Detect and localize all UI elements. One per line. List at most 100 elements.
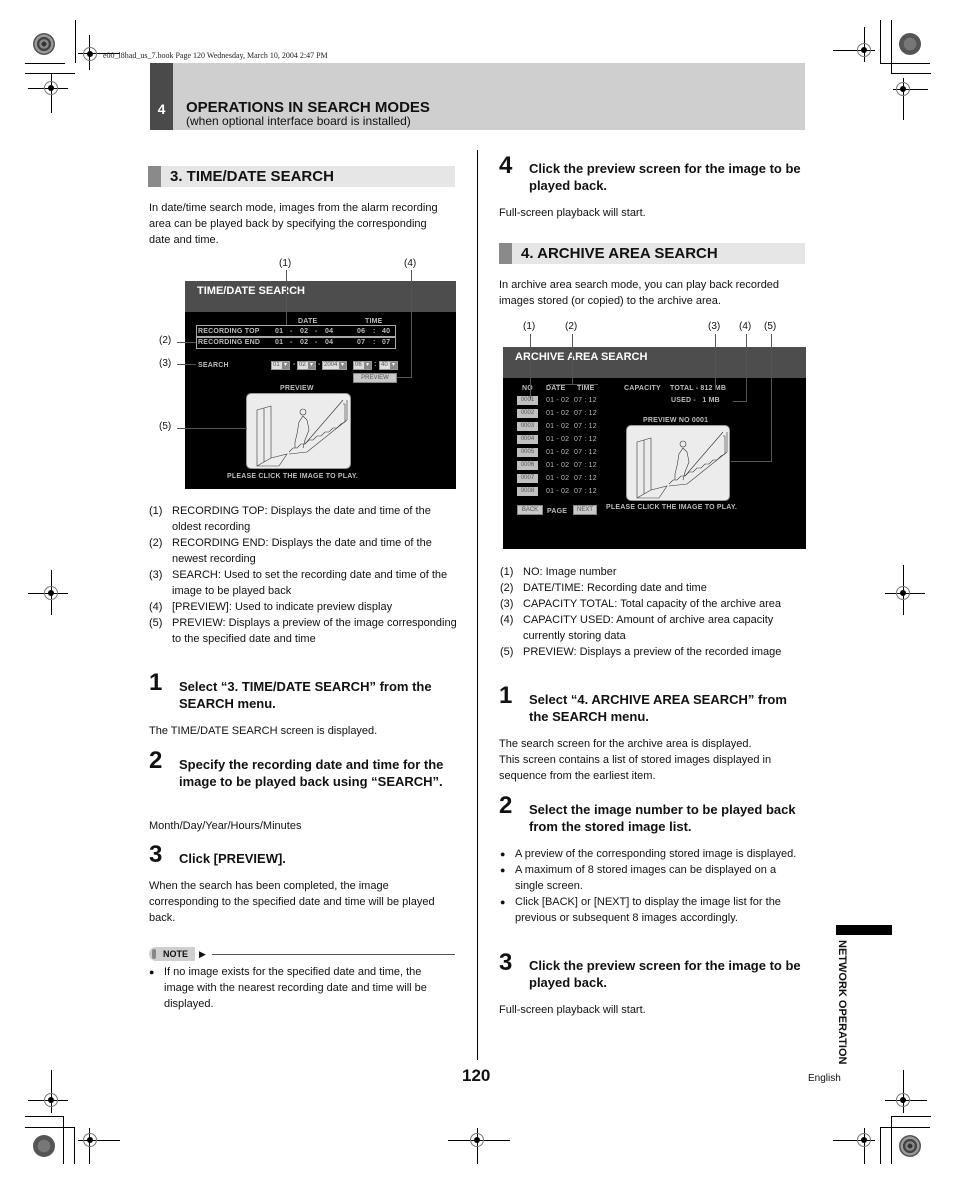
legend-number: (3) — [149, 569, 163, 581]
crop-mark — [25, 1116, 63, 1117]
time-date-legend: (1) RECORDING TOP: Displays the date and … — [149, 503, 459, 647]
next-button[interactable]: NEXT — [573, 505, 597, 515]
image-number-button[interactable]: 0002 — [517, 409, 538, 418]
back-button[interactable]: BACK — [517, 505, 543, 515]
row-time: 07 : 12 — [574, 436, 597, 443]
step-title: Select “3. TIME/DATE SEARCH” from the SE… — [179, 679, 432, 711]
callout-line — [548, 384, 598, 385]
staircase-scene-icon — [256, 399, 348, 467]
preview-image[interactable] — [626, 425, 730, 501]
recording-top-hour: 06 — [357, 328, 366, 335]
section-title: 3. TIME/DATE SEARCH — [170, 168, 334, 185]
registration-mark-icon — [44, 81, 58, 95]
note-arrow-icon: ▶ — [199, 949, 206, 959]
step-body: When the search has been completed, the … — [149, 880, 435, 924]
registration-disc-icon — [33, 1135, 55, 1157]
recording-end-minute: 07 — [382, 339, 391, 346]
image-number-button[interactable]: 0007 — [517, 474, 538, 483]
legend-text: [PREVIEW]: Used to indicate preview disp… — [172, 601, 393, 613]
capacity-used: USED - 1 MB — [671, 397, 720, 404]
note-item: If no image exists for the specified dat… — [149, 964, 454, 1012]
search-day-select[interactable]: 02 — [297, 361, 316, 370]
recording-end-label: RECORDING END — [198, 339, 261, 346]
sep: - — [315, 328, 318, 335]
registration-mark-icon — [896, 82, 910, 96]
callout-2: (2) — [159, 335, 172, 346]
preview-no: PREVIEW NO 0001 — [643, 417, 709, 424]
image-number-button[interactable]: 0005 — [517, 448, 538, 457]
step-body: The TIME/DATE SEARCH screen is displayed… — [149, 725, 378, 737]
section-title: 4. ARCHIVE AREA SEARCH — [521, 245, 718, 262]
step-title: Select “4. ARCHIVE AREA SEARCH” from the… — [529, 692, 787, 724]
legend-item: (1) RECORDING TOP: Displays the date and … — [149, 503, 459, 535]
callout-line — [715, 334, 716, 390]
legend-item: (5) PREVIEW: Displays a preview of the im… — [149, 615, 459, 647]
legend-item: (2) DATE/TIME: Recording date and time — [500, 580, 810, 596]
registration-mark-icon — [896, 1093, 910, 1107]
registration-disc-icon — [899, 1135, 921, 1157]
legend-item: (5) PREVIEW: Displays a preview of the re… — [500, 644, 810, 660]
image-number-button[interactable]: 0004 — [517, 435, 538, 444]
recording-end-hour: 07 — [357, 339, 366, 346]
legend-item: (4) CAPACITY USED: Amount of archive area… — [500, 612, 810, 644]
callout-line — [397, 377, 412, 378]
image-number-button[interactable]: 0008 — [517, 487, 538, 496]
note-rule — [212, 954, 455, 955]
search-month-select[interactable]: 01 — [271, 361, 290, 370]
legend-number: (4) — [500, 614, 514, 626]
preview-label: PREVIEW — [280, 385, 314, 392]
legend-number: (1) — [500, 566, 514, 578]
print-info: e00_l8had_us_7.book Page 120 Wednesday, … — [103, 51, 328, 60]
preview-button[interactable]: PREVIEW — [353, 373, 397, 383]
crop-mark — [25, 63, 65, 64]
callout-4: (4) — [739, 321, 752, 332]
page-number: 120 — [462, 1066, 491, 1085]
step-body: The search screen for the archive area i… — [499, 738, 772, 782]
staircase-scene-icon — [636, 431, 728, 499]
bullet-item: A maximum of 8 stored images can be disp… — [500, 862, 806, 894]
bullet-item: Click [BACK] or [NEXT] to display the im… — [500, 894, 806, 926]
registration-disc-icon — [899, 33, 921, 55]
legend-item: (2) RECORDING END: Displays the date and … — [149, 535, 459, 567]
row-time: 07 : 12 — [574, 423, 597, 430]
preview-image[interactable] — [246, 393, 351, 469]
step-number: 3 — [499, 949, 513, 976]
callout-2: (2) — [565, 321, 578, 332]
search-hour-select[interactable]: 06 — [353, 361, 372, 370]
callout-line — [177, 342, 196, 343]
crop-mark — [25, 1127, 75, 1128]
image-number-button[interactable]: 0006 — [517, 461, 538, 470]
image-number-button[interactable]: 0001 — [517, 396, 538, 405]
search-minute-select[interactable]: 40 — [379, 361, 398, 370]
callout-line — [746, 334, 747, 402]
section-intro: In date/time search mode, images from th… — [149, 202, 438, 246]
image-number-button[interactable]: 0003 — [517, 422, 538, 431]
step-title: Specify the recording date and time for … — [179, 757, 444, 789]
callout-line — [733, 401, 747, 402]
row-date: 01 - 02 — [546, 475, 570, 482]
sep: : — [374, 361, 377, 368]
row-time: 07 : 12 — [574, 462, 597, 469]
chapter-subtitle: (when optional interface board is instal… — [186, 114, 411, 128]
step-body: Full-screen playback will start. — [499, 1004, 646, 1016]
crop-mark — [891, 73, 931, 74]
note-list: If no image exists for the specified dat… — [149, 964, 454, 1012]
recording-end-month: 01 — [275, 339, 284, 346]
archive-area-search-screen: ARCHIVE AREA SEARCH NO DATE TIME CAPACIT… — [503, 347, 806, 549]
callout-5: (5) — [764, 321, 777, 332]
legend-number: (3) — [500, 598, 514, 610]
callout-line — [286, 270, 287, 325]
registration-mark-icon — [896, 586, 910, 600]
registration-mark-icon — [83, 47, 97, 61]
callout-line — [177, 428, 247, 429]
recording-top-month: 01 — [275, 328, 284, 335]
sep: : — [373, 339, 376, 346]
legend-number: (2) — [149, 537, 163, 549]
crop-mark — [880, 1127, 881, 1164]
crop-mark — [880, 63, 930, 64]
legend-number: (5) — [500, 646, 514, 658]
row-date: 01 - 02 — [546, 462, 570, 469]
col-time: TIME — [577, 385, 595, 392]
time-date-search-screen: TIME/DATE SEARCH DATE TIME RECORDING TOP… — [185, 281, 456, 489]
search-year-select[interactable]: 2004 — [322, 361, 347, 370]
